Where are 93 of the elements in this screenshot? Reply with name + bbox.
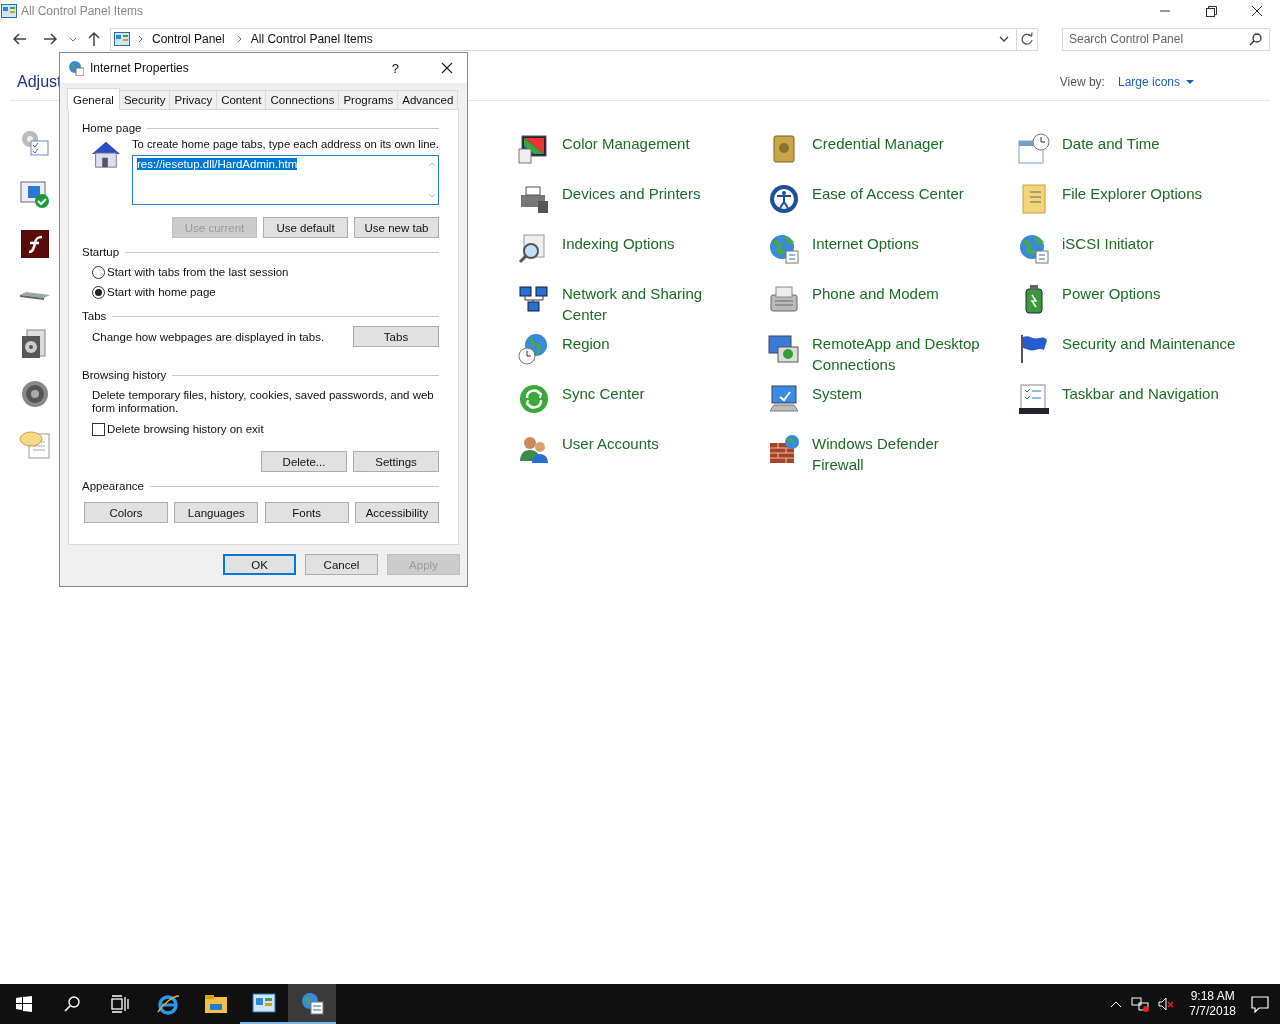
tab[interactable]: General [67,88,120,110]
button[interactable]: OK [223,554,296,575]
control-panel-link[interactable]: iSCSI Initiator [1062,233,1154,254]
control-panel-link[interactable]: RemoteApp and Desktop Connections [812,333,980,375]
tab[interactable]: Privacy [169,90,218,109]
speaker-icon[interactable] [19,378,51,410]
search-field[interactable]: Search Control Panel [1062,27,1270,51]
button[interactable]: Tabs [353,326,439,347]
control-panel-link[interactable]: Ease of Access Center [812,183,964,204]
section-title: Home page [82,122,142,134]
button[interactable]: Delete... [261,451,347,472]
taskbar-app-button[interactable] [288,984,336,1024]
section-title: Browsing history [82,369,167,381]
checkbox-label[interactable]: Delete browsing history on exit [107,423,264,435]
control-panel-link[interactable]: Region [562,333,610,354]
window-title: All Control Panel Items [21,4,144,18]
control-panel-link[interactable]: Phone and Modem [812,283,939,304]
control-panel-link[interactable]: Internet Options [812,233,919,254]
flag-icon[interactable] [1018,333,1050,365]
control-panel-icon [114,32,130,46]
help-button[interactable]: ? [391,60,399,76]
network-icon[interactable] [1131,996,1150,1012]
search-icon [1249,32,1263,46]
calendar-clock-icon[interactable] [1018,133,1050,165]
view-by-dropdown[interactable]: Large icons [1117,75,1195,89]
control-panel-link[interactable]: Devices and Printers [562,183,701,204]
control-panel-link[interactable]: Power Options [1062,283,1161,304]
control-panel-link[interactable]: Security and Maintenance [1062,333,1236,354]
browser-icon[interactable] [156,992,180,1016]
tab[interactable]: Programs [338,90,399,109]
radio-label[interactable]: Start with tabs from the last session [107,266,289,278]
window-check-icon[interactable] [19,178,51,210]
globe-icon[interactable] [768,233,800,265]
computer-icon[interactable] [768,383,800,415]
control-panel-link[interactable]: Date and Time [1062,133,1160,154]
remote-desktop-icon[interactable] [768,333,800,365]
printer-icon[interactable] [518,183,550,215]
checkbox[interactable] [92,422,105,436]
section-title: Startup [82,246,120,258]
control-panel-link[interactable]: User Accounts [562,433,659,454]
radio-label[interactable]: Start with home page [107,286,216,298]
address-bar[interactable]: Control Panel All Control Panel Items [110,27,1038,51]
button[interactable]: Languages [174,502,259,523]
control-panel-link[interactable]: Taskbar and Navigation [1062,383,1219,404]
notifications-icon[interactable] [1250,995,1270,1013]
sync-arrows-icon[interactable] [518,383,550,415]
globe-document-icon[interactable] [300,991,324,1015]
globe-clock-icon[interactable] [518,333,550,365]
folder-icon[interactable] [204,992,228,1016]
taskbar-checklist-icon[interactable] [1018,383,1050,415]
dropdown-icon [1185,78,1195,86]
view-by-label: View by: [1059,75,1105,89]
description-text: Delete temporary files, history, cookies, saved passwords, and web form information. [91,389,435,415]
button[interactable]: Cancel [305,554,378,575]
globe-icon [68,60,84,76]
control-panel-icon[interactable] [252,991,276,1015]
button[interactable]: Use new tab [354,217,439,238]
accessibility-icon[interactable] [768,183,800,215]
control-panel-link[interactable]: Credential Manager [812,133,944,154]
control-panel-link[interactable]: Sync Center [562,383,645,404]
control-panel-link[interactable]: Network and Sharing Center [562,283,703,325]
globe-icon[interactable] [1018,233,1050,265]
search-icon[interactable] [63,995,81,1013]
control-panel-link[interactable]: Windows Defender Firewall [812,433,939,475]
section-title: Tabs [82,310,107,322]
breadcrumb[interactable]: Control Panel [152,32,225,46]
brick-wall-globe-icon[interactable] [768,433,800,465]
button[interactable]: Settings [353,451,439,472]
control-panel-link[interactable]: System [812,383,862,404]
button[interactable]: Use default [263,217,348,238]
tab[interactable]: Advanced [397,90,459,109]
network-computers-icon[interactable] [518,283,550,315]
home-page-field[interactable]: res://iesetup.dll/HardAdmin.htm [131,155,439,205]
clock[interactable]: 9:18 AM 7/7/2018 [1183,989,1242,1019]
start-icon[interactable] [16,996,32,1012]
instruction-text: To create home page tabs, type each address on its own line. [131,138,439,150]
button[interactable]: Fonts [264,502,349,523]
volume-muted-icon[interactable] [1157,996,1176,1012]
button[interactable]: Accessibility [355,502,439,523]
dialog-title: Internet Properties [90,61,189,75]
section-title: Appearance [82,480,145,492]
color-monitor-icon[interactable] [518,133,550,165]
control-panel-link[interactable]: Indexing Options [562,233,675,254]
breadcrumb[interactable]: All Control Panel Items [250,32,373,46]
control-panel-link[interactable]: Color Management [562,133,690,154]
control-panel-icon [1,4,17,18]
tab[interactable]: Security [118,90,171,109]
description-text: Change how webpages are displayed in tabs. [92,330,325,343]
control-panel-link[interactable]: File Explorer Options [1062,183,1203,204]
button[interactable]: Colors [84,502,168,523]
task-view-icon[interactable] [111,995,129,1013]
fax-phone-icon[interactable] [768,283,800,315]
flash-icon[interactable] [19,228,51,260]
